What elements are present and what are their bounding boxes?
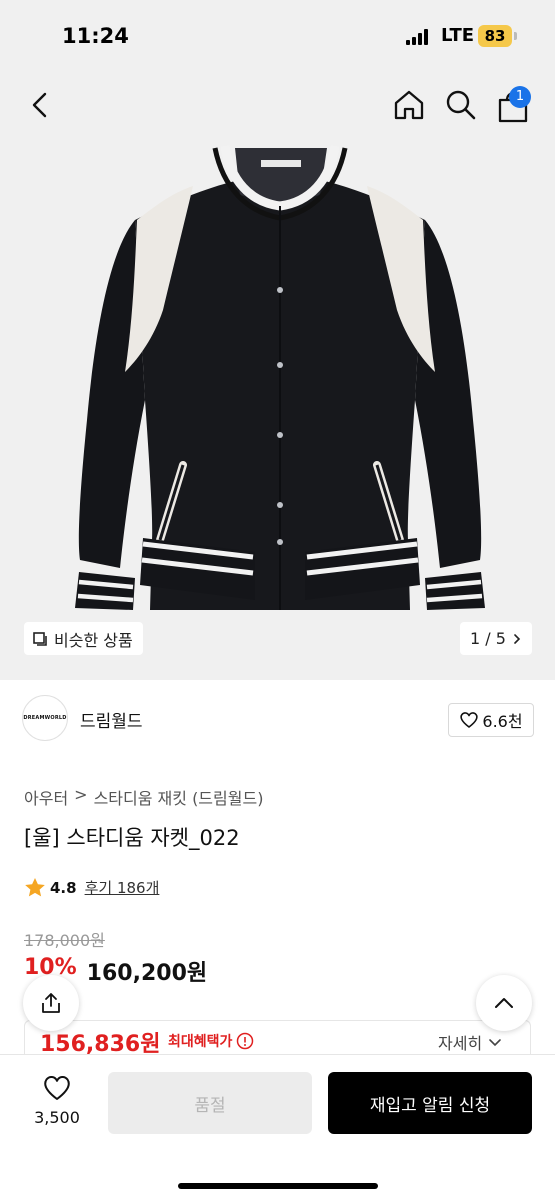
brand-logo[interactable]: DREAMWORLD	[22, 695, 68, 741]
battery-level: 83	[478, 25, 512, 47]
restock-notify-button[interactable]: 재입고 알림 신청	[328, 1072, 532, 1134]
status-bar: 11:24 LTE 83	[0, 0, 555, 70]
chevron-right-icon	[514, 633, 521, 644]
signal-icon	[406, 29, 430, 45]
chevron-up-icon	[495, 998, 513, 1008]
brand-name[interactable]: 드림월드	[80, 707, 143, 732]
heart-icon	[460, 712, 479, 728]
wishlist-count: 3,500	[34, 1108, 80, 1127]
product-rating[interactable]: 4.8 후기 186개	[24, 877, 159, 898]
product-image[interactable]	[65, 140, 495, 610]
review-count-link[interactable]: 후기 186개	[85, 877, 160, 898]
benefit-detail-button[interactable]: 자세히	[438, 1030, 502, 1054]
sale-price: 160,200원	[86, 961, 208, 986]
image-page-indicator[interactable]: 1 / 5	[460, 622, 532, 655]
star-icon	[25, 878, 45, 897]
product-title: [울] 스타디움 자켓_022	[24, 826, 240, 850]
status-time: 11:24	[62, 24, 129, 48]
original-price: 178,000원	[24, 931, 105, 950]
heart-icon	[44, 1076, 70, 1100]
network-label: LTE	[441, 25, 475, 46]
chevron-down-icon	[489, 1039, 501, 1047]
brand-like-button[interactable]: 6.6천	[448, 703, 534, 737]
share-button[interactable]	[23, 975, 79, 1031]
cart-count-badge: 1	[509, 86, 531, 108]
product-gallery[interactable]: 1 비슷한 상품 1 / 5	[0, 70, 555, 680]
brand-logo-text: DREAMWORLD	[23, 715, 67, 721]
max-benefit-label-wrap: 최대혜택가	[168, 1031, 254, 1051]
breadcrumb-category[interactable]: 아우터	[24, 785, 68, 809]
wishlist-button[interactable]: 3,500	[22, 1074, 92, 1127]
benefit-detail-label: 자세히	[438, 1034, 483, 1053]
rating-score: 4.8	[50, 878, 77, 897]
breadcrumb: 아우터 > 스타디움 재킷 (드림월드)	[24, 785, 263, 809]
share-icon	[42, 993, 60, 1013]
back-icon[interactable]	[26, 90, 54, 120]
search-icon[interactable]	[444, 88, 478, 122]
brand-like-count: 6.6천	[482, 712, 523, 731]
brand-row: DREAMWORLD 드림월드 6.6천	[22, 695, 534, 743]
soldout-button[interactable]: 품절	[108, 1072, 312, 1134]
battery-tip	[514, 32, 517, 40]
home-icon[interactable]	[392, 88, 426, 122]
breadcrumb-subcategory[interactable]: 스타디움 재킷 (드림월드)	[94, 785, 264, 809]
similar-products-button[interactable]: 비슷한 상품	[24, 622, 143, 655]
similar-products-label: 비슷한 상품	[54, 630, 133, 650]
scroll-top-button[interactable]	[476, 975, 532, 1031]
home-indicator[interactable]	[178, 1183, 378, 1189]
info-icon[interactable]	[236, 1032, 254, 1050]
breadcrumb-separator: >	[74, 785, 88, 804]
page-indicator-text: 1 / 5	[470, 629, 506, 648]
similar-icon	[33, 631, 47, 646]
max-benefit-label: 최대혜택가	[168, 1034, 233, 1050]
